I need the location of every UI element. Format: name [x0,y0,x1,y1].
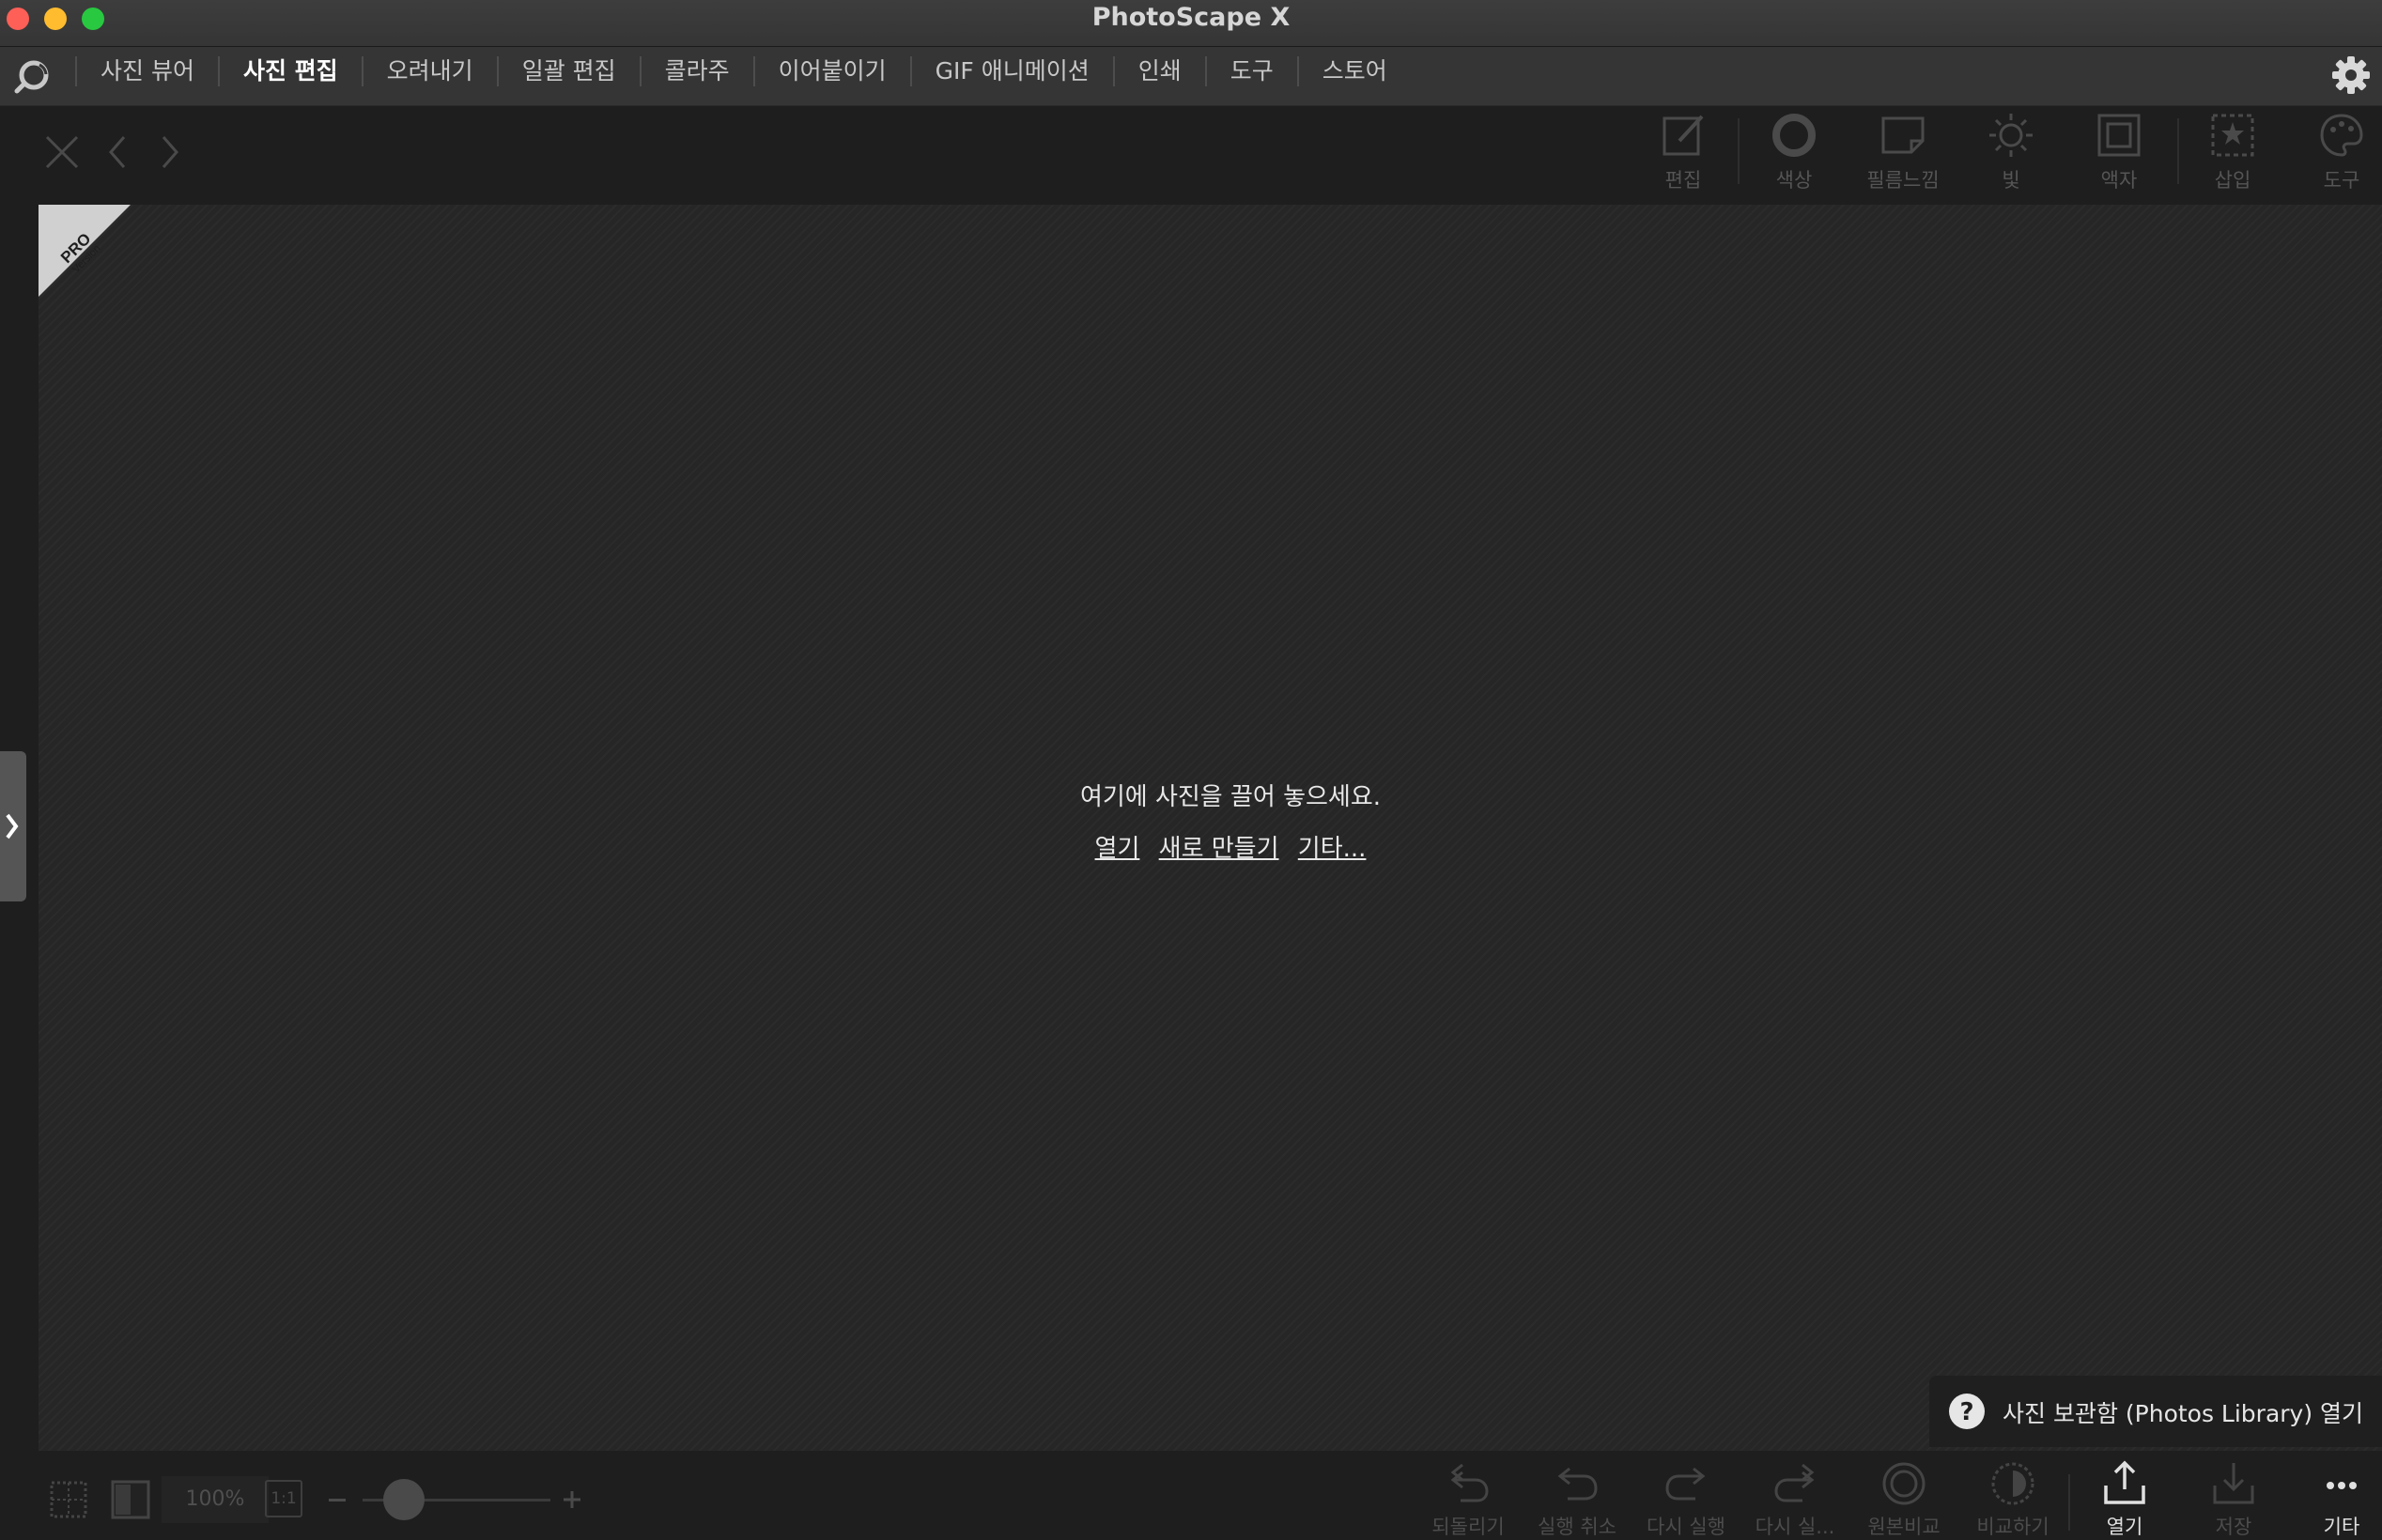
create-new-link[interactable]: 새로 만들기 [1159,835,1279,863]
frame-icon [2097,114,2141,157]
action-label: 다시 실행 [1647,1516,1725,1538]
drop-zone-message: 여기에 사진을 끌어 놓으세요. 열기 새로 만들기 기타... [967,778,1493,864]
title-bar: PhotoScape X [0,0,2382,47]
zoom-out-button[interactable] [329,1499,346,1502]
compare-button[interactable]: 비교하기 [1961,1457,2065,1538]
tool-label: 액자 [2100,169,2138,192]
action-label: 원본비교 [1867,1516,1941,1538]
revert-button[interactable]: 되돌리기 [1416,1457,1520,1538]
edit-icon [1663,115,1704,156]
tool-edit[interactable]: 편집 [1632,111,1735,197]
compare-icon [1991,1462,2034,1505]
redo-icon [1665,1467,1706,1501]
redo-button[interactable]: 다시 실행 [1634,1457,1738,1538]
bottom-toolbar-divider [2068,1474,2070,1531]
selection-grid-icon[interactable] [47,1478,90,1521]
tool-insert[interactable]: 삽입 [2181,111,2284,197]
action-label: 비교하기 [1976,1516,2049,1538]
close-photo-icon[interactable] [41,131,83,173]
tool-label: 도구 [2323,169,2360,192]
open-icon [2104,1460,2145,1504]
svg-text:?: ? [1959,1398,1973,1426]
chevron-right-icon [6,813,19,839]
actual-size-button[interactable]: 1:1 [265,1480,302,1517]
help-question-icon[interactable]: ? [1948,1393,1986,1430]
tool-label: 필름느낌 [1866,169,1940,192]
previous-photo-icon[interactable] [98,131,139,173]
tool-label: 빛 [2002,169,2020,192]
action-label: 다시 실... [1755,1516,1835,1538]
undo-icon [1557,1467,1598,1501]
color-icon [1772,114,1816,157]
revert-icon [1450,1463,1489,1502]
menu-photo-editor[interactable]: 사진 편집 [220,47,362,105]
zoom-slider-handle[interactable] [383,1479,425,1520]
menu-gif-animation[interactable]: GIF 애니메이션 [912,47,1113,105]
tool-tools[interactable]: 도구 [2290,111,2382,197]
action-label: 기타 [2323,1516,2360,1538]
open-photos-library-link[interactable]: 사진 보관함 (Photos Library) 열기 [2003,1395,2363,1429]
tool-film[interactable]: 필름느낌 [1851,111,1955,197]
open-file-button[interactable]: 열기 [2073,1457,2176,1538]
other-options-link[interactable]: 기타... [1298,835,1367,863]
menu-combine[interactable]: 이어붙이기 [755,47,910,105]
more-icon [2327,1482,2357,1489]
open-link[interactable]: 열기 [1095,835,1140,863]
undo-button[interactable]: 실행 취소 [1525,1457,1629,1538]
save-button[interactable]: 저장 [2182,1457,2285,1538]
window-title: PhotoScape X [1091,3,1291,32]
tool-label: 색상 [1775,169,1813,192]
background-toggle-icon[interactable] [109,1478,152,1521]
photos-library-panel: ? 사진 보관함 (Photos Library) 열기 [1929,1376,2382,1447]
pro-version-badge: PRO Version [39,205,131,297]
settings-gear-icon[interactable] [2329,54,2373,97]
menu-collage[interactable]: 콜라주 [642,47,753,105]
menu-batch-editor[interactable]: 일괄 편집 [499,47,640,105]
light-icon [1989,114,2033,157]
tool-frame[interactable]: 액자 [2067,111,2171,197]
redo-all-icon [1774,1463,1815,1502]
compare-original-icon [1882,1462,1926,1505]
menu-print[interactable]: 인쇄 [1115,47,1205,105]
tool-color[interactable]: 색상 [1742,111,1846,197]
toolbar-divider [1738,118,1740,184]
action-label: 실행 취소 [1538,1516,1616,1538]
toolbar-divider [2177,118,2179,184]
zoom-in-icon[interactable] [562,1489,582,1510]
sidebar-toggle-button[interactable] [0,751,26,901]
action-label: 저장 [2215,1516,2252,1538]
app-logo-icon[interactable] [11,55,54,99]
redo-all-button[interactable]: 다시 실... [1743,1457,1847,1538]
insert-icon [2211,114,2254,157]
mode-menu-bar: 사진 뷰어 사진 편집 오려내기 일괄 편집 콜라주 이어붙이기 GIF 애니메… [0,47,2382,106]
save-icon [2213,1463,2254,1504]
action-label: 되돌리기 [1431,1516,1505,1538]
drop-hint-text: 여기에 사진을 끌어 놓으세요. [1079,783,1382,811]
tool-label: 편집 [1664,169,1702,192]
zoom-percentage[interactable]: 100% [162,1476,269,1523]
menu-tools[interactable]: 도구 [1207,47,1297,105]
film-icon [1881,116,1925,154]
compare-original-button[interactable]: 원본비교 [1852,1457,1956,1538]
palette-icon [2320,114,2363,157]
menu-store[interactable]: 스토어 [1299,47,1411,105]
more-options-button[interactable]: 기타 [2290,1457,2382,1538]
action-label: 열기 [2106,1516,2143,1538]
tool-light[interactable]: 빛 [1959,111,2063,197]
next-photo-icon[interactable] [148,131,190,173]
menu-cut-out[interactable]: 오려내기 [363,47,497,105]
tool-label: 삽입 [2214,169,2251,192]
menu-photo-viewer[interactable]: 사진 뷰어 [77,47,218,105]
